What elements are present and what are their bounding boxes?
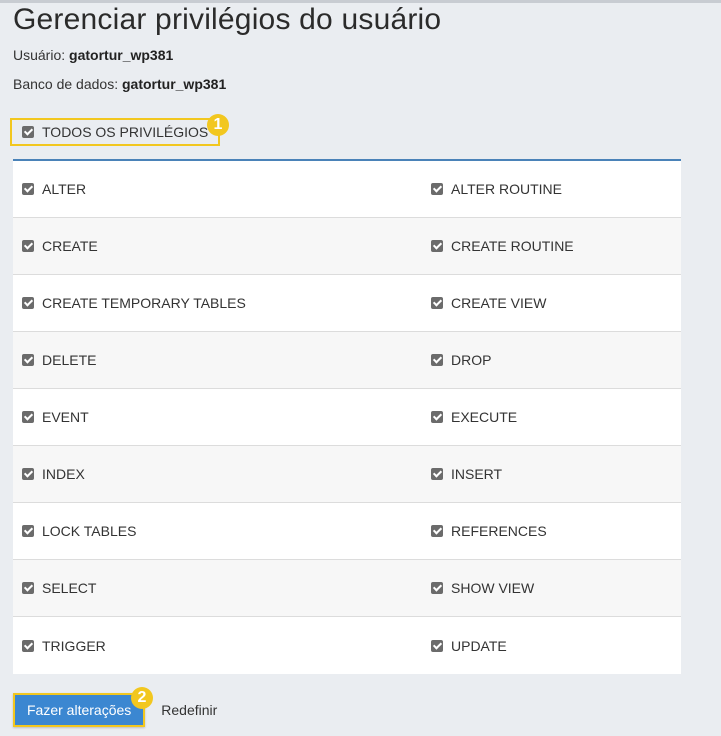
privilege-checkbox[interactable]: EXECUTE: [422, 389, 517, 445]
database-value: gatortur_wp381: [121, 76, 227, 92]
privilege-label: ALTER ROUTINE: [451, 181, 562, 197]
checkbox-checked-icon[interactable]: [22, 183, 34, 195]
privilege-label: INSERT: [451, 466, 503, 482]
privilege-checkbox[interactable]: CREATE ROUTINE: [422, 218, 574, 274]
privilege-checkbox[interactable]: CREATE: [13, 218, 422, 274]
privilege-checkbox[interactable]: CREATE TEMPORARY TABLES: [13, 275, 422, 331]
privilege-checkbox[interactable]: UPDATE: [422, 617, 507, 674]
privilege-checkbox[interactable]: SHOW VIEW: [422, 560, 534, 616]
privilege-row: SELECT SHOW VIEW: [13, 560, 681, 617]
make-changes-button[interactable]: Fazer alterações: [13, 693, 146, 727]
privilege-label: LOCK TABLES: [42, 523, 137, 539]
database-info: Banco de dados: gatortur_wp381: [13, 76, 226, 92]
privilege-checkbox[interactable]: ALTER: [13, 161, 422, 217]
privilege-label: SELECT: [42, 580, 97, 596]
privilege-checkbox[interactable]: CREATE VIEW: [422, 275, 546, 331]
privilege-checkbox[interactable]: DROP: [422, 332, 491, 388]
checkbox-checked-icon[interactable]: [431, 525, 443, 537]
user-value: gatortur_wp381: [69, 47, 174, 63]
checkbox-checked-icon[interactable]: [431, 240, 443, 252]
form-actions: Fazer alterações Redefinir: [13, 693, 217, 727]
reset-button[interactable]: Redefinir: [161, 702, 217, 718]
checkbox-checked-icon[interactable]: [431, 468, 443, 480]
database-label: Banco de dados:: [13, 76, 119, 92]
privilege-label: REFERENCES: [451, 523, 547, 539]
checkbox-checked-icon[interactable]: [431, 582, 443, 594]
privilege-label: CREATE VIEW: [451, 295, 547, 311]
privilege-row: TRIGGER UPDATE: [13, 617, 681, 674]
user-label: Usuário:: [13, 47, 66, 63]
privilege-checkbox[interactable]: SELECT: [13, 560, 422, 616]
step-badge-1: 1: [207, 114, 229, 136]
privilege-checkbox[interactable]: INSERT: [422, 446, 502, 502]
checkbox-checked-icon[interactable]: [22, 240, 34, 252]
privilege-checkbox[interactable]: REFERENCES: [422, 503, 547, 559]
checkbox-checked-icon[interactable]: [431, 297, 443, 309]
checkbox-checked-icon[interactable]: [431, 354, 443, 366]
checkbox-checked-icon[interactable]: [431, 183, 443, 195]
privilege-checkbox[interactable]: EVENT: [13, 389, 422, 445]
checkbox-checked-icon[interactable]: [22, 297, 34, 309]
privilege-label: DELETE: [42, 352, 97, 368]
privilege-checkbox[interactable]: INDEX: [13, 446, 422, 502]
privilege-label: SHOW VIEW: [451, 580, 535, 596]
page-title: Gerenciar privilégios do usuário: [13, 3, 442, 36]
privilege-label: DROP: [451, 352, 492, 368]
privilege-row: CREATE TEMPORARY TABLES CREATE VIEW: [13, 275, 681, 332]
privilege-label: CREATE TEMPORARY TABLES: [42, 295, 246, 311]
privilege-label: INDEX: [42, 466, 85, 482]
checkbox-checked-icon[interactable]: [22, 639, 34, 652]
checkbox-checked-icon[interactable]: [22, 525, 34, 537]
checkbox-checked-icon[interactable]: [22, 126, 34, 138]
user-info: Usuário: gatortur_wp381: [13, 47, 173, 63]
checkbox-checked-icon[interactable]: [431, 639, 443, 652]
checkbox-checked-icon[interactable]: [22, 411, 34, 423]
all-privileges-checkbox[interactable]: TODOS OS PRIVILÉGIOS: [10, 118, 220, 146]
checkbox-checked-icon[interactable]: [22, 582, 34, 594]
privilege-label: CREATE ROUTINE: [451, 238, 574, 254]
privilege-row: ALTER ALTER ROUTINE: [13, 161, 681, 218]
privilege-label: EVENT: [42, 409, 89, 425]
privilege-checkbox[interactable]: DELETE: [13, 332, 422, 388]
all-privileges-label: TODOS OS PRIVILÉGIOS: [42, 124, 209, 140]
privilege-label: ALTER: [42, 181, 87, 197]
privilege-checkbox[interactable]: ALTER ROUTINE: [422, 161, 562, 217]
privileges-grid: ALTER ALTER ROUTINE CREATE CREATE ROUTINE CR…: [13, 159, 681, 674]
checkbox-checked-icon[interactable]: [22, 354, 34, 366]
checkbox-checked-icon[interactable]: [431, 411, 443, 423]
step-badge-2: 2: [131, 687, 153, 709]
checkbox-checked-icon[interactable]: [22, 468, 34, 480]
privilege-row: DELETE DROP: [13, 332, 681, 389]
privilege-label: UPDATE: [451, 637, 507, 654]
privilege-label: TRIGGER: [42, 637, 106, 654]
privilege-row: EVENT EXECUTE: [13, 389, 681, 446]
privilege-row: INDEX INSERT: [13, 446, 681, 503]
privilege-checkbox[interactable]: LOCK TABLES: [13, 503, 422, 559]
privilege-row: LOCK TABLES REFERENCES: [13, 503, 681, 560]
privilege-label: EXECUTE: [451, 409, 518, 425]
privilege-row: CREATE CREATE ROUTINE: [13, 218, 681, 275]
privilege-label: CREATE: [42, 238, 98, 254]
privilege-checkbox[interactable]: TRIGGER: [13, 617, 422, 674]
